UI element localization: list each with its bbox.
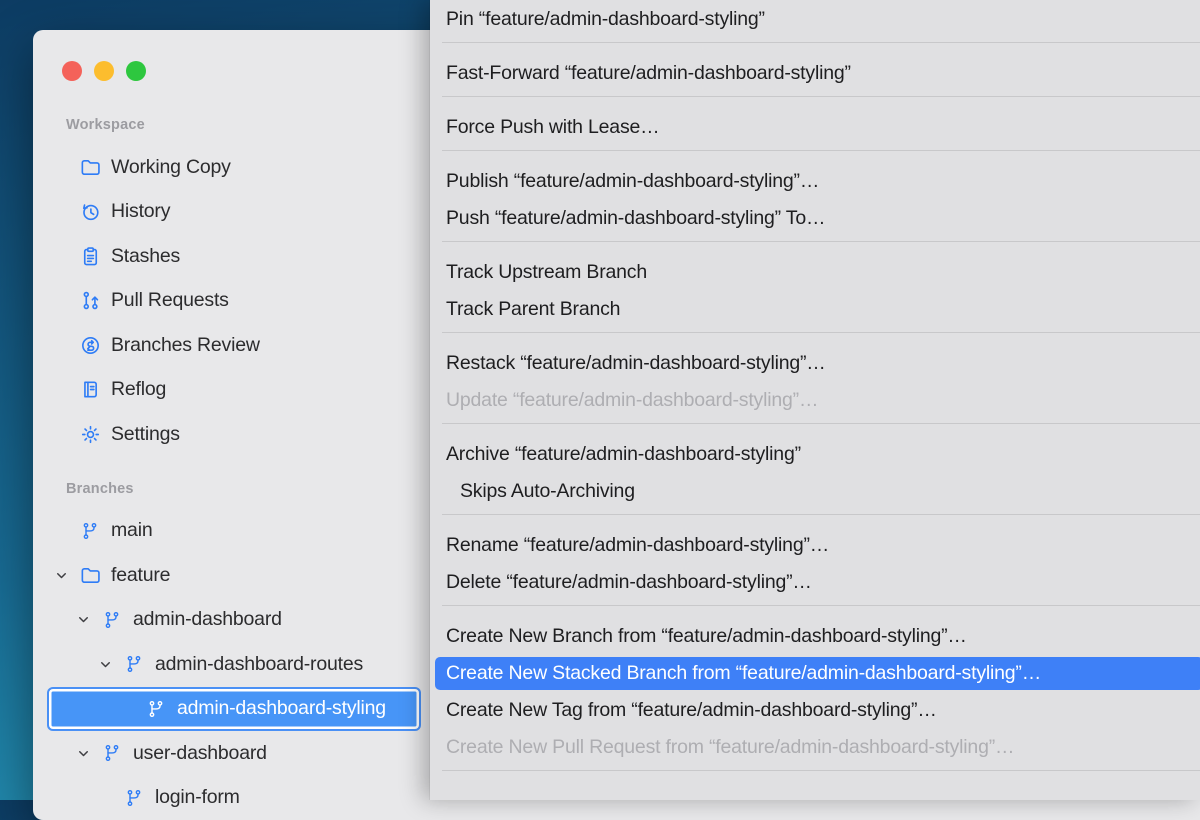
branches-review-icon xyxy=(78,333,102,357)
menu-item-push-to[interactable]: Push “feature/admin-dashboard-styling” T… xyxy=(430,200,1200,237)
sidebar-item-stashes[interactable]: Stashes xyxy=(33,234,423,279)
sidebar-item-label: Working Copy xyxy=(111,156,231,179)
menu-item-restack[interactable]: Restack “feature/admin-dashboard-styling… xyxy=(430,345,1200,382)
menu-separator xyxy=(442,332,1200,333)
menu-item-rename[interactable]: Rename “feature/admin-dashboard-styling”… xyxy=(430,527,1200,564)
sidebar-item-working-copy[interactable]: Working Copy xyxy=(33,145,423,190)
git-branch-icon xyxy=(78,519,102,543)
folder-icon xyxy=(78,155,102,179)
menu-separator xyxy=(442,42,1200,43)
sidebar-item-pull-requests[interactable]: Pull Requests xyxy=(33,279,423,324)
git-branch-icon xyxy=(144,697,168,721)
section-header-workspace: Workspace xyxy=(33,105,423,145)
sidebar-item-label: login-form xyxy=(155,786,240,809)
menu-item-delete[interactable]: Delete “feature/admin-dashboard-styling”… xyxy=(430,564,1200,601)
sidebar-item-label: admin-dashboard xyxy=(133,608,282,631)
sidebar-item-history[interactable]: History xyxy=(33,190,423,235)
menu-item-pin[interactable]: Pin “feature/admin-dashboard-styling” xyxy=(430,1,1200,38)
sidebar-item-label: Pull Requests xyxy=(111,289,229,312)
menu-separator xyxy=(442,150,1200,151)
git-branch-icon xyxy=(122,652,146,676)
chevron-down-icon[interactable] xyxy=(54,568,78,583)
clock-history-icon xyxy=(78,200,102,224)
sidebar-item-label: user-dashboard xyxy=(133,742,267,765)
sidebar: Workspace Working Copy History Stashes Pull … xyxy=(33,30,423,820)
gear-icon xyxy=(78,422,102,446)
menu-item-create-new-pull-request: Create New Pull Request from “feature/ad… xyxy=(430,729,1200,766)
menu-item-track-parent-branch[interactable]: Track Parent Branch xyxy=(430,291,1200,328)
sidebar-item-user-dashboard[interactable]: user-dashboard xyxy=(33,731,423,776)
sidebar-item-admin-dashboard-routes[interactable]: admin-dashboard-routes xyxy=(33,642,423,687)
menu-separator xyxy=(442,241,1200,242)
menu-item-create-new-stacked-branch[interactable]: Create New Stacked Branch from “feature/… xyxy=(435,657,1200,690)
sidebar-item-branches-review[interactable]: Branches Review xyxy=(33,323,423,368)
clipboard-icon xyxy=(78,244,102,268)
menu-item-archive[interactable]: Archive “feature/admin-dashboard-styling… xyxy=(430,436,1200,473)
menu-item-create-new-branch[interactable]: Create New Branch from “feature/admin-da… xyxy=(430,618,1200,655)
sidebar-item-label: main xyxy=(111,519,152,542)
sidebar-item-label: admin-dashboard-styling xyxy=(177,697,386,720)
section-workspace: Workspace Working Copy History Stashes Pull … xyxy=(33,105,423,457)
menu-item-update: Update “feature/admin-dashboard-styling”… xyxy=(430,382,1200,419)
section-header-branches: Branches xyxy=(33,469,423,509)
menu-separator xyxy=(442,423,1200,424)
menu-separator xyxy=(442,96,1200,97)
sidebar-item-settings[interactable]: Settings xyxy=(33,412,423,457)
menu-item-skips-auto-archiving[interactable]: Skips Auto-Archiving xyxy=(430,473,1200,510)
sidebar-item-admin-dashboard-styling[interactable]: admin-dashboard-styling xyxy=(47,687,421,732)
chevron-down-icon[interactable] xyxy=(76,612,100,627)
sidebar-item-label: History xyxy=(111,200,170,223)
menu-separator xyxy=(442,770,1200,771)
menu-item-fast-forward[interactable]: Fast-Forward “feature/admin-dashboard-st… xyxy=(430,55,1200,92)
sidebar-item-label: Settings xyxy=(111,423,180,446)
sidebar-item-reflog[interactable]: Reflog xyxy=(33,368,423,413)
sidebar-item-label: feature xyxy=(111,564,170,587)
menu-item-force-push-with-lease[interactable]: Force Push with Lease… xyxy=(430,109,1200,146)
reflog-icon xyxy=(78,378,102,402)
menu-item-track-upstream-branch[interactable]: Track Upstream Branch xyxy=(430,254,1200,291)
pull-request-icon xyxy=(78,289,102,313)
chevron-down-icon[interactable] xyxy=(76,746,100,761)
menu-item-publish[interactable]: Publish “feature/admin-dashboard-styling… xyxy=(430,163,1200,200)
sidebar-item-label: Reflog xyxy=(111,378,166,401)
chevron-down-icon[interactable] xyxy=(98,657,122,672)
sidebar-item-label: Stashes xyxy=(111,245,180,268)
sidebar-item-label: admin-dashboard-routes xyxy=(155,653,363,676)
section-branches: Branches main feature admin-dashboard admin-… xyxy=(33,469,423,820)
menu-separator xyxy=(442,514,1200,515)
sidebar-item-admin-dashboard[interactable]: admin-dashboard xyxy=(33,598,423,643)
menu-separator xyxy=(442,605,1200,606)
context-menu: Pin “feature/admin-dashboard-styling” Fas… xyxy=(430,0,1200,800)
git-branch-icon xyxy=(100,741,124,765)
sidebar-item-login-form[interactable]: login-form xyxy=(33,776,423,820)
git-branch-icon xyxy=(122,786,146,810)
git-branch-icon xyxy=(100,608,124,632)
folder-icon xyxy=(78,563,102,587)
sidebar-item-main[interactable]: main xyxy=(33,509,423,554)
sidebar-item-label: Branches Review xyxy=(111,334,260,357)
menu-item-create-new-tag[interactable]: Create New Tag from “feature/admin-dashb… xyxy=(430,692,1200,729)
sidebar-item-feature[interactable]: feature xyxy=(33,553,423,598)
